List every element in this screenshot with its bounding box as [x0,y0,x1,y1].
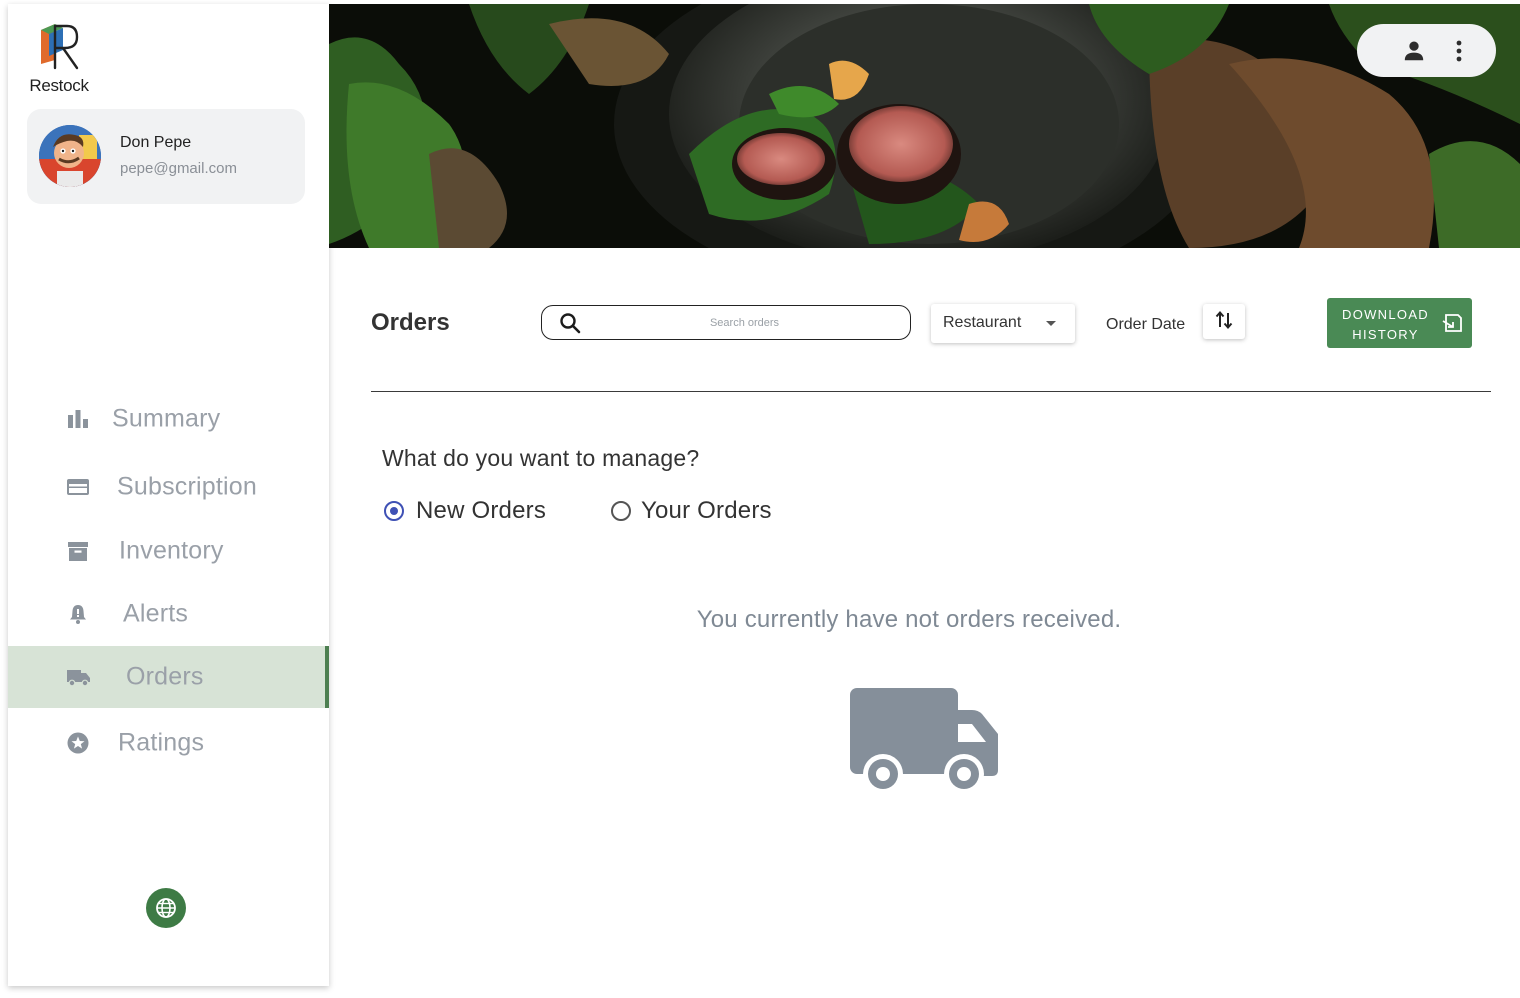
language-button[interactable] [146,888,186,928]
sidebar-item-label: Orders [126,662,204,691]
empty-state-message: You currently have not orders received. [696,606,1122,633]
brand-name: Restock [29,76,89,95]
radio-label-new-orders: New Orders [416,497,547,524]
brand-logo[interactable]: Restock [27,18,97,98]
sidebar-item-label: Inventory [119,536,224,565]
app-root: Restock Don Pepe pepe@gmail.com Summary … [0,0,1520,998]
truck-icon [66,665,90,689]
sidebar-item-ratings[interactable]: Ratings [8,713,329,773]
star-circle-icon [66,731,90,755]
download-history-button[interactable]: DOWNLOAD HISTORY [1327,298,1472,348]
sort-order-date-button[interactable] [1203,304,1245,339]
sidebar-item-label: Summary [112,404,221,433]
swap-vert-icon [1215,310,1233,330]
globe-icon [156,898,176,918]
account-button[interactable] [1401,38,1427,67]
radio-label-your-orders: Your Orders [641,497,772,524]
search-input[interactable] [602,310,887,335]
radio-button [611,501,631,521]
bar-chart-icon [66,407,90,431]
food-photo [329,4,1520,248]
bell-alert-icon [66,602,90,626]
sidebar-item-label: Subscription [117,472,257,501]
search-icon[interactable] [558,311,582,335]
profile-card[interactable]: Don Pepe pepe@gmail.com [27,109,305,204]
avatar [39,125,101,187]
toolbar-divider [371,391,1491,392]
order-date-label: Order Date [1106,316,1186,333]
search-box [541,305,911,340]
profile-name: Don Pepe [120,134,192,151]
download-history-label: DOWNLOAD HISTORY [1337,305,1434,345]
sidebar-item-subscription[interactable]: Subscription [8,457,329,517]
more-options-button[interactable] [1449,38,1469,67]
sidebar-item-label: Alerts [123,599,189,628]
sidebar: Restock Don Pepe pepe@gmail.com Summary … [8,4,329,986]
caret-down-icon [1046,321,1056,326]
archive-box-icon [66,539,90,563]
credit-card-icon [66,475,90,499]
hero-banner [329,4,1520,248]
profile-email: pepe@gmail.com [120,160,237,177]
truck-illustration-icon [850,688,998,794]
restock-logo-icon [41,24,79,70]
sidebar-item-summary[interactable]: Summary [8,389,329,449]
restaurant-filter-select[interactable]: Restaurant [931,304,1075,343]
restaurant-filter-value: Restaurant [943,314,1022,331]
user-menu-pill [1357,24,1496,77]
download-label-line2: HISTORY [1352,327,1419,342]
export-file-icon [1442,314,1462,332]
sidebar-item-inventory[interactable]: Inventory [8,521,329,581]
more-vert-icon [1456,40,1462,62]
manage-question: What do you want to manage? [382,445,700,471]
sidebar-item-orders[interactable]: Orders [8,646,329,708]
sidebar-item-label: Ratings [118,728,205,757]
radio-button [384,501,404,521]
sidebar-item-alerts[interactable]: Alerts [8,584,329,644]
radio-dot [390,507,398,515]
person-icon [1404,41,1424,61]
download-label-line1: DOWNLOAD [1342,307,1429,322]
page-title: Orders [371,309,450,336]
